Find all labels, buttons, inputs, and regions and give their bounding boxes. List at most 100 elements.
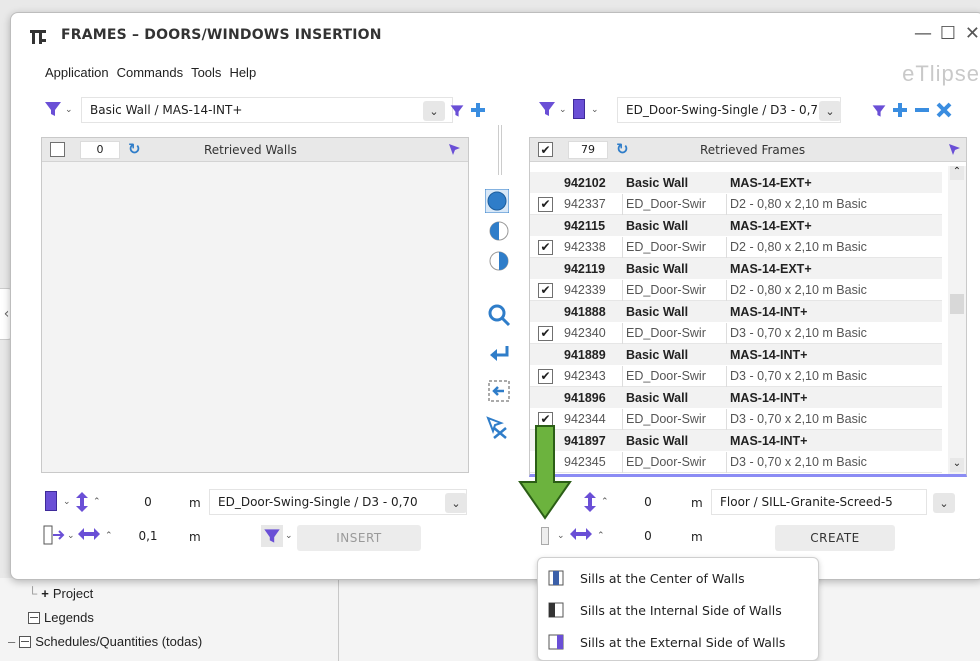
frame-row[interactable]: ✔ 942337 ED_Door-Swir D2 - 0,80 x 2,10 m Ba… [530, 193, 942, 215]
wall-group-row[interactable]: 942115 Basic Wall MAS-14-EXT+ [530, 215, 942, 236]
full-circle-icon[interactable] [485, 189, 509, 213]
menu-item-sills-internal[interactable]: Sills at the Internal Side of Walls [538, 594, 818, 626]
menu-tools[interactable]: Tools [191, 65, 221, 80]
close-button[interactable]: ✕ [965, 23, 980, 44]
chevron-down-icon[interactable]: ⌄ [67, 531, 75, 541]
frame-row-checkbox[interactable]: ✔ [538, 239, 553, 255]
chevron-down-icon[interactable]: ⌄ [559, 105, 567, 115]
right-offset-input[interactable]: 0 [619, 525, 677, 547]
frame-row[interactable]: ✔ 942338 ED_Door-Swir D2 - 0,80 x 2,10 m Ba… [530, 236, 942, 258]
chevron-up-icon[interactable]: ⌃ [601, 497, 609, 507]
clear-selection-icon[interactable] [485, 415, 509, 439]
frame-row-checkbox[interactable]: ✔ [538, 196, 553, 212]
scroll-thumb[interactable] [950, 294, 964, 314]
scroll-down-icon[interactable]: ⌄ [950, 458, 964, 472]
frame-type-icon[interactable] [573, 99, 585, 119]
menu-application[interactable]: Application [45, 65, 109, 80]
frames-scrollbar[interactable]: ⌃ ⌄ [948, 166, 966, 474]
half-circle-left-icon[interactable] [487, 219, 511, 243]
select-cursor-icon[interactable] [448, 143, 462, 157]
right-elevation-input[interactable]: 0 [619, 491, 677, 513]
splitter[interactable] [498, 125, 502, 175]
vertical-arrows-icon[interactable] [75, 491, 89, 513]
select-back-icon[interactable] [487, 379, 511, 403]
wall-group-row[interactable]: 942102 Basic Wall MAS-14-EXT+ [530, 172, 942, 193]
menu-help[interactable]: Help [229, 65, 256, 80]
chevron-down-icon[interactable]: ⌄ [63, 497, 71, 507]
horizontal-arrows-icon[interactable] [569, 527, 593, 541]
maximize-button[interactable]: ☐ [940, 23, 956, 44]
chevron-down-icon[interactable]: ⌄ [591, 105, 599, 115]
frame-row[interactable]: ✔ 942339 ED_Door-Swir D2 - 0,80 x 2,10 m Ba… [530, 279, 942, 301]
minimize-button[interactable]: — [914, 23, 932, 44]
tree-item-legends[interactable]: Legends [28, 610, 94, 625]
frame-row[interactable]: ✔ 942344 ED_Door-Swir D3 - 0,70 x 2,10 m Ba… [530, 408, 942, 430]
menu-commands[interactable]: Commands [117, 65, 183, 80]
tree-item-schedules[interactable]: – Schedules/Quantities (todas) [8, 634, 202, 649]
door-family-dropdown-button[interactable]: ⌄ [445, 493, 467, 513]
frame-row-checkbox[interactable]: ✔ [538, 368, 553, 384]
frame-type-cell: D2 - 0,80 x 2,10 m Basic [730, 282, 867, 297]
apply-filter-icon[interactable] [449, 103, 465, 119]
tree-item-project[interactable]: └ + Project [28, 586, 93, 601]
door-offset-icon[interactable] [43, 525, 65, 545]
apply-frame-filter-icon[interactable] [871, 103, 887, 119]
chevron-down-icon[interactable]: ⌄ [65, 105, 73, 115]
frame-row-checkbox[interactable]: ✔ [538, 282, 553, 298]
chevron-down-icon[interactable]: ⌄ [557, 531, 565, 541]
wall-group-row[interactable]: 942119 Basic Wall MAS-14-EXT+ [530, 258, 942, 279]
wall-group-row[interactable]: 941888 Basic Wall MAS-14-INT+ [530, 301, 942, 322]
refresh-icon[interactable]: ↻ [616, 140, 629, 158]
create-button[interactable]: CREATE [775, 525, 895, 551]
menu-item-sills-center[interactable]: Sills at the Center of Walls [538, 562, 818, 594]
frame-filter-menu-icon[interactable] [537, 99, 557, 119]
select-cursor-icon[interactable] [948, 143, 962, 157]
chevron-down-icon[interactable]: ⌄ [285, 531, 293, 541]
left-elevation-input[interactable]: 0 [119, 491, 177, 513]
select-all-walls-checkbox[interactable] [50, 142, 65, 157]
door-family-combo[interactable]: ED_Door-Swing-Single / D3 - 0,70 [209, 489, 467, 515]
wall-filter-dropdown-button[interactable]: ⌄ [423, 101, 445, 121]
plus-icon[interactable] [469, 101, 487, 119]
insert-button[interactable]: INSERT [297, 525, 421, 551]
chevron-up-icon[interactable]: ⌃ [93, 497, 101, 507]
search-icon[interactable] [487, 303, 511, 327]
wall-filter-combo[interactable]: Basic Wall / MAS-14-INT+ [81, 97, 453, 123]
insert-filter-icon[interactable] [261, 525, 283, 547]
frame-filter-combo[interactable]: ED_Door-Swing-Single / D3 - 0,7 [617, 97, 841, 123]
frame-row[interactable]: ✔942345ED_Door-SwirD3 - 0,70 x 2,10 m Ba… [530, 451, 942, 473]
sill-position-icon[interactable] [541, 527, 549, 545]
wall-group-row[interactable]: 941896 Basic Wall MAS-14-INT+ [530, 387, 942, 408]
select-all-frames-checkbox[interactable]: ✔ [538, 142, 553, 157]
chevron-up-icon[interactable]: ⌃ [597, 531, 605, 541]
remove-filter-icon[interactable] [935, 101, 953, 119]
chevron-up-icon[interactable]: ⌃ [105, 531, 113, 541]
minus-icon[interactable] [913, 101, 931, 119]
title-bar: FRAMES – DOORS/WINDOWS INSERTION — ☐ ✕ [11, 13, 980, 53]
frame-type-cell: D3 - 0,70 x 2,10 m Basic [730, 411, 867, 426]
frames-count: 79 [568, 141, 608, 159]
refresh-icon[interactable]: ↻ [128, 140, 141, 158]
filter-menu-icon[interactable] [43, 99, 63, 119]
brand-logo: eTlipse [902, 61, 980, 86]
wall-group-row[interactable]: 941889 Basic Wall MAS-14-INT+ [530, 344, 942, 365]
half-circle-right-icon[interactable] [487, 249, 511, 273]
door-type-icon[interactable] [45, 491, 57, 511]
frame-family-cell: Basic Wall [626, 261, 689, 276]
horizontal-arrows-icon[interactable] [77, 527, 101, 541]
scroll-up-icon[interactable]: ⌃ [950, 166, 964, 180]
enter-return-icon[interactable] [487, 343, 511, 367]
sill-family-combo[interactable]: Floor / SILL-Granite-Screed-5 [711, 489, 927, 515]
wall-group-row[interactable]: 941897 Basic Wall MAS-14-INT+ [530, 430, 942, 451]
sill-family-dropdown-button[interactable]: ⌄ [933, 493, 955, 513]
vertical-arrows-icon[interactable] [583, 491, 597, 513]
frame-row-checkbox[interactable]: ✔ [538, 325, 553, 341]
frame-filter-dropdown-button[interactable]: ⌄ [819, 101, 841, 121]
left-offset-input[interactable]: 0,1 [119, 525, 177, 547]
frame-row[interactable]: ✔ 942343 ED_Door-Swir D3 - 0,70 x 2,10 m Ba… [530, 365, 942, 387]
menu-item-sills-external[interactable]: Sills at the External Side of Walls [538, 626, 818, 658]
frame-family-cell: ED_Door-Swir [626, 454, 706, 469]
left-offset-unit: m [189, 530, 201, 544]
frame-row[interactable]: ✔ 942340 ED_Door-Swir D3 - 0,70 x 2,10 m Ba… [530, 322, 942, 344]
plus-icon[interactable] [891, 101, 909, 119]
